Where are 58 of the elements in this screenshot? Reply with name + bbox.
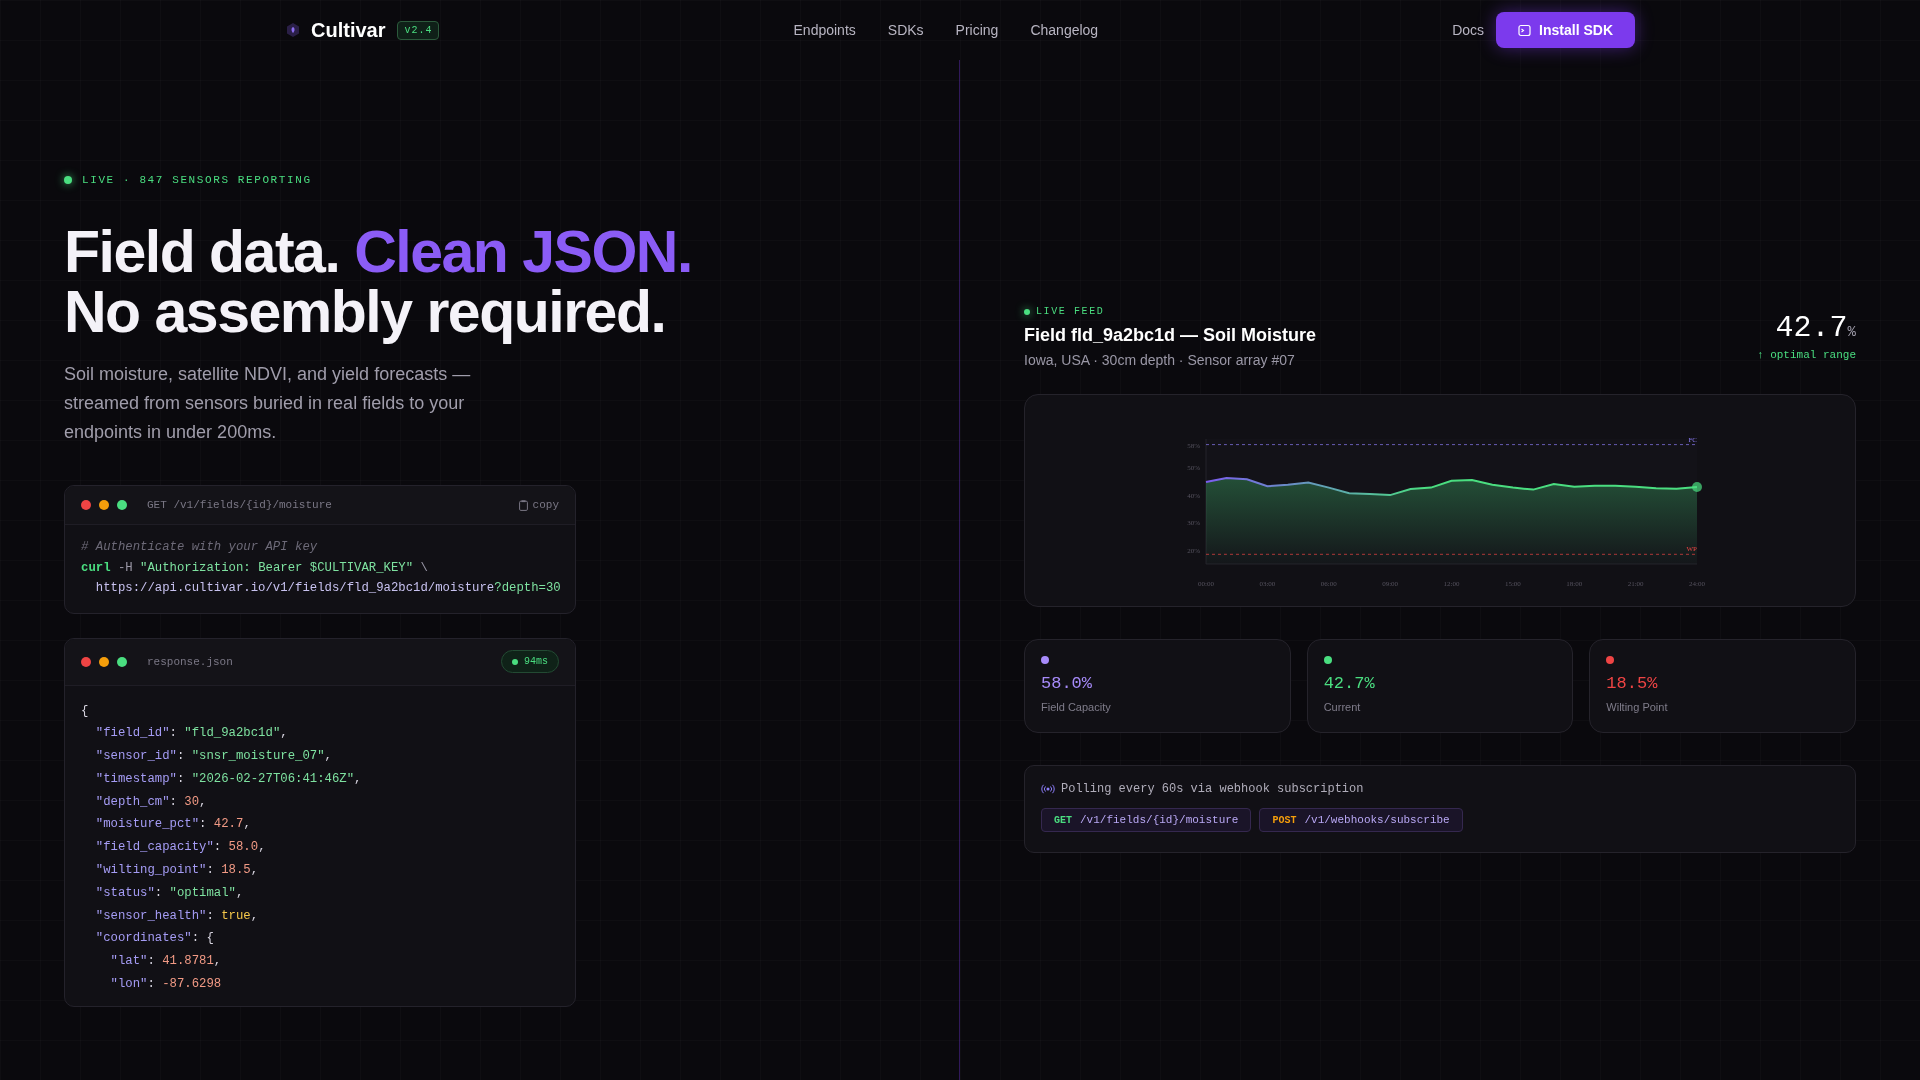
nav-link[interactable]: Pricing: [955, 22, 999, 38]
minimize-dot: [99, 656, 109, 667]
code-line: "moisture_pct": 42.7,: [94, 816, 252, 834]
request-title: GET /v1/fields/{id}/moisture: [147, 499, 333, 511]
feed-title: Field fld_9a2bc1d — Soil Moisture: [1024, 325, 1317, 346]
docs-link[interactable]: Docs: [1452, 22, 1485, 38]
endpoint-tag: POST /v1/webhooks/subscribe: [1259, 808, 1463, 832]
code-line: {: [81, 702, 90, 720]
hero-heading: Field data. Clean JSON. No assembly required.: [64, 222, 693, 342]
response-title: response.json: [147, 655, 234, 668]
stat-value: 42.7%: [1323, 674, 1376, 693]
code-line: "wilting_point": 18.5,: [94, 862, 260, 880]
stat-value: 58.0%: [1041, 674, 1093, 693]
minimize-dot: [99, 500, 109, 510]
live-dot: [64, 176, 72, 184]
code-line: "field_capacity": 58.0,: [94, 839, 267, 857]
hero-description: Soil moisture, satellite NDVI, and yield forecasts — streamed from sensors buried in real fields to your endpoints in under 200ms.: [64, 363, 472, 444]
logo-icon: [285, 22, 301, 38]
stat-label: Field Capacity: [1041, 701, 1112, 713]
latency-badge: 94ms: [501, 650, 559, 673]
code-line: "depth_cm": 30,: [94, 793, 208, 811]
live-status: LIVE · 847 SENSORS REPORTING: [82, 174, 312, 186]
current-reading: 42.7%: [1774, 311, 1856, 345]
code-line: "field_id": "fld_9a2bc1d",: [94, 725, 289, 743]
current-point: [1692, 482, 1702, 493]
install-sdk-button[interactable]: Install SDK: [1496, 12, 1635, 48]
live-dot: [1024, 308, 1030, 315]
polling-text: Polling every 60s via webhook subscription: [1061, 782, 1364, 796]
nav-link[interactable]: SDKs: [887, 22, 924, 38]
code-line: "sensor_health": true,: [94, 907, 260, 925]
maximize-dot: [117, 656, 127, 667]
stat-label: Current: [1323, 701, 1362, 713]
code-line: "lon": -87.6298: [109, 976, 223, 994]
feed-status: LIVE FEED: [1036, 306, 1105, 317]
copy-button[interactable]: copy: [518, 499, 559, 511]
version-badge: v2.4: [397, 20, 440, 40]
clipboard-icon: [518, 499, 528, 511]
close-dot: [81, 656, 91, 667]
stat-value: 18.5%: [1606, 674, 1659, 693]
terminal-icon: [1518, 23, 1532, 37]
code-line: "coordinates": {: [94, 930, 215, 948]
nav-link[interactable]: Changelog: [1030, 22, 1099, 38]
brand-name: Cultivar: [311, 18, 386, 42]
code-line: https://api.cultivar.io/v1/fields/fld_9a2bc1d/moisture?depth=30: [94, 580, 559, 597]
feed-subtitle: Iowa, USA · 30cm depth · Sensor array #07: [1024, 352, 1296, 368]
broadcast-icon: [1041, 784, 1055, 794]
trend-label: ↑ optimal range: [1756, 349, 1856, 361]
code-line: "lat": 41.8781,: [109, 953, 223, 971]
code-line: curl -H "Authorization: Bearer $CULTIVAR_KEY" \: [81, 559, 429, 577]
nav-link[interactable]: Endpoints: [793, 22, 856, 38]
stat-label: Wilting Point: [1606, 701, 1669, 713]
code-line: # Authenticate with your API key: [81, 539, 319, 556]
code-line: "status": "optimal",: [94, 884, 245, 902]
maximize-dot: [117, 500, 127, 510]
endpoint-tag: GET /v1/fields/{id}/moisture: [1041, 808, 1252, 832]
code-line: "sensor_id": "snsr_moisture_07",: [94, 748, 333, 766]
close-dot: [81, 500, 91, 510]
code-line: "timestamp": "2026-02-27T06:41:46Z",: [94, 770, 363, 788]
